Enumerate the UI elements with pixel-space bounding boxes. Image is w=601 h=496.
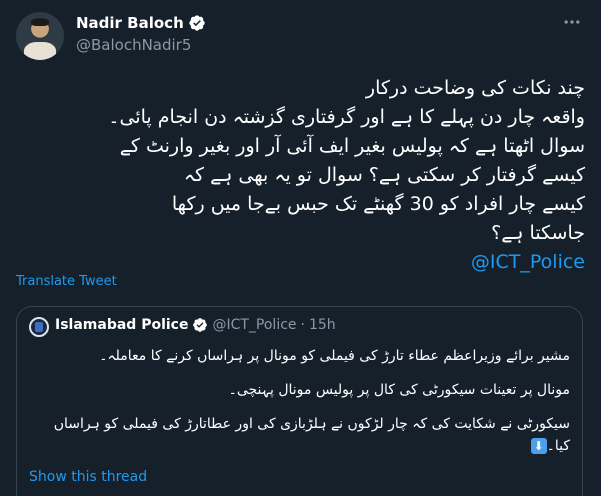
tweet-line: جاسکتا ہے؟ [491, 222, 585, 244]
tweet-line: کیسے گرفتار کر سکتی ہے؟ سوال تو یہ بھی ہ… [183, 164, 585, 186]
author-avatar[interactable] [16, 12, 64, 60]
tweet-line: چند نکات کی وضاحت درکار [365, 77, 585, 99]
quoted-paragraph: مشیر برائے وزیراعظم عطاء تارڑ کی فیملی ک… [99, 348, 570, 364]
avatar-shirt [24, 42, 56, 60]
quoted-tweet-header: Islamabad Police @ICT_Police · 15h [55, 317, 336, 333]
quoted-paragraph-last: سیکورٹی نے شکایت کی کہ چار لڑکوں نے ہلڑب… [29, 413, 570, 457]
down-arrow-emoji-icon: ⬇ [530, 438, 547, 454]
quoted-display-name: Islamabad Police [55, 317, 189, 333]
verified-badge-icon [189, 15, 205, 31]
translate-tweet-link[interactable]: Translate Tweet [16, 274, 117, 289]
quoted-timestamp: 15h [308, 317, 336, 333]
meta-separator: · [300, 317, 305, 333]
tweet-line: واقعہ چار دن پہلے کا ہے اور گرفتاری گزشت… [108, 106, 585, 128]
tweet-line: سوال اٹھتا ہے کہ پولیس بغیر ایف آئی آر ا… [119, 135, 585, 157]
show-thread-link[interactable]: Show this thread [29, 469, 147, 485]
quoted-handle: @ICT_Police [212, 317, 297, 333]
quoted-author-avatar [29, 317, 49, 337]
quoted-tweet-card[interactable]: Islamabad Police @ICT_Police · 15h مشیر … [16, 306, 583, 496]
verified-badge-icon [193, 318, 208, 332]
more-dots-graphic [564, 20, 580, 24]
author-display-name[interactable]: Nadir Baloch [76, 14, 184, 32]
quoted-paragraph-text: سیکورٹی نے شکایت کی کہ چار لڑکوں نے ہلڑب… [53, 416, 570, 454]
mention-link[interactable]: @ICT_Police [16, 248, 585, 277]
quoted-paragraph: مونال پر تعینات سیکورٹی کی کال پر پولیس … [228, 382, 570, 398]
author-name-row: Nadir Baloch [76, 14, 206, 32]
more-options-icon[interactable] [557, 12, 587, 36]
author-handle[interactable]: @BalochNadir5 [76, 36, 191, 54]
quoted-tweet-text: مشیر برائے وزیراعظم عطاء تارڑ کی فیملی ک… [29, 345, 570, 457]
tweet-text: چند نکات کی وضاحت درکار واقعہ چار دن پہل… [16, 74, 585, 277]
tweet-line: کیسے چار افراد کو 30 گھنٹے تک حبس بےجا م… [171, 193, 585, 215]
avatar-hair [31, 18, 49, 26]
